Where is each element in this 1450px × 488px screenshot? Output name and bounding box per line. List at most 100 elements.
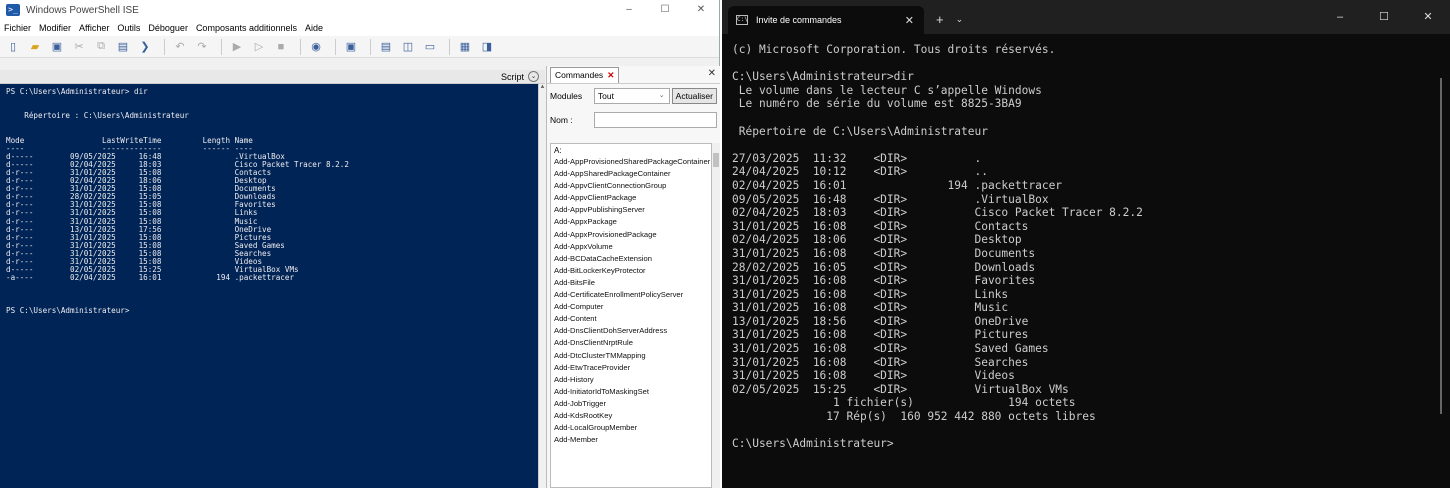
modules-select-value: Tout [597,91,614,101]
minimize-button[interactable]: – [1318,0,1362,34]
undo-icon[interactable]: ↶ [171,39,189,55]
commands-list-scrollbar[interactable] [712,143,720,488]
chevron-down-icon: ⌄ [658,92,665,99]
command-list-item[interactable]: Add-EtwTraceProvider [551,362,711,374]
menu-aide[interactable]: Aide [305,23,323,33]
toolbar-separator [300,38,301,55]
close-tab-icon[interactable]: ✕ [905,14,914,27]
command-list-item[interactable]: Add-AppxVolume [551,241,711,253]
close-tab-icon[interactable]: ✕ [607,70,614,81]
menu-deboguer[interactable]: Déboguer [148,23,188,33]
terminal-line: Répertoire de C:\Users\Administrateur [732,124,988,138]
redo-icon[interactable]: ↷ [193,39,211,55]
command-list-item[interactable]: Add-Content [551,313,711,325]
command-list-item[interactable]: Add-AppSharedPackageContainer [551,168,711,180]
command-list-item[interactable]: Add-AppxProvisionedPackage [551,229,711,241]
ise-menu-bar: Fichier Modifier Afficher Outils Débogue… [0,20,719,36]
command-list-item[interactable]: Add-InitiatorIdToMaskingSet [551,386,711,398]
remote-powershell-icon[interactable]: ◉ [307,39,325,55]
stop-icon[interactable]: ■ [272,39,290,55]
maximize-button[interactable]: ☐ [647,0,683,20]
command-list-item[interactable]: Add-AppProvisionedSharedPackageContainer [551,156,711,168]
command-list-item[interactable]: Add-Member [551,434,711,446]
tab-invite-de-commandes[interactable]: C:\ Invite de commandes ✕ [728,6,924,34]
menu-afficher[interactable]: Afficher [79,23,109,33]
script-pane-label[interactable]: Script [501,72,524,82]
chevron-down-icon[interactable]: ⌄ [528,71,539,82]
command-list-item[interactable]: Add-DnsClientNrptRule [551,337,711,349]
command-list-item[interactable]: Add-CertificateEnrollmentPolicyServer [551,289,711,301]
command-list-item[interactable]: Add-JobTrigger [551,398,711,410]
commands-list[interactable]: A: Add-AppProvisionedSharedPackageContai… [550,143,712,488]
terminal-output[interactable]: (c) Microsoft Corporation. Tous droits r… [732,43,1432,451]
ise-console-pane[interactable]: PS C:\Users\Administrateur> dir Répertoi… [0,84,538,488]
script-pane-bar: Script ⌄ [0,70,545,84]
terminal-line: 17 Rép(s) 160 952 442 880 octets libres [732,410,1096,424]
menu-modifier[interactable]: Modifier [39,23,71,33]
command-list-item[interactable]: Add-AppvClientPackage [551,192,711,204]
script-pane-maximized-icon[interactable]: ▭ [421,39,439,55]
command-list-item[interactable]: Add-DnsClientDohServerAddress [551,325,711,337]
console-scrollbar[interactable]: ▲ [538,84,546,488]
command-list-item[interactable]: Add-AppvClientConnectionGroup [551,180,711,192]
new-file-icon[interactable]: ▯ [4,39,22,55]
tab-commandes[interactable]: Commandes ✕ [550,66,620,83]
terminal-line: 31/01/2025 16:08 <DIR> Links [732,287,1009,301]
show-command-addon-icon[interactable]: ◨ [478,39,496,55]
close-button[interactable]: ✕ [683,0,719,20]
terminal-line: 31/01/2025 16:08 <DIR> Videos [732,369,1015,383]
scroll-up-icon[interactable]: ▲ [539,84,546,90]
command-list-item[interactable]: Add-BCDataCacheExtension [551,253,711,265]
start-powershell-icon[interactable]: ▣ [342,39,360,55]
terminal-line: 09/05/2025 16:48 <DIR> .VirtualBox [732,192,1049,206]
copy-icon[interactable]: ⧉ [92,39,110,55]
terminal-line: 13/01/2025 18:56 <DIR> OneDrive [732,314,1029,328]
run-script-icon[interactable]: ▶ [228,39,246,55]
command-list-item[interactable]: Add-Computer [551,301,711,313]
terminal-line: 27/03/2025 11:32 <DIR> . [732,151,982,165]
menu-fichier[interactable]: Fichier [4,23,31,33]
cmd-icon: C:\ [736,15,748,25]
command-list-item[interactable]: Add-History [551,374,711,386]
toolbar-separator [335,38,336,55]
open-folder-icon[interactable]: ▰ [26,39,44,55]
command-list-item[interactable]: Add-BitLockerKeyProtector [551,265,711,277]
run-selection-icon[interactable]: ▷ [250,39,268,55]
terminal-line: Le numéro de série du volume est 8825-3B… [732,97,1022,111]
command-list-item[interactable]: Add-AppxPackage [551,216,711,228]
close-button[interactable]: ✕ [1406,0,1450,34]
ise-title-bar: >_ Windows PowerShell ISE – ☐ ✕ [0,0,719,20]
cut-icon[interactable]: ✂ [70,39,88,55]
toolbar-separator [221,38,222,55]
show-command-window-icon[interactable]: ▦ [456,39,474,55]
minimize-button[interactable]: – [611,0,647,20]
ise-window-title: Windows PowerShell ISE [26,4,139,16]
scrollbar-thumb[interactable] [713,153,719,167]
maximize-button[interactable]: ☐ [1362,0,1406,34]
command-list-item[interactable]: Add-AppvPublishingServer [551,204,711,216]
refresh-button[interactable]: Actualiser [671,88,717,104]
command-list-item[interactable]: Add-BitsFile [551,277,711,289]
menu-outils[interactable]: Outils [117,23,140,33]
save-icon[interactable]: ▣ [48,39,66,55]
script-pane-top-icon[interactable]: ▤ [377,39,395,55]
name-search-input[interactable] [593,112,717,128]
powershell-icon: >_ [6,4,20,16]
menu-composants-additionnels[interactable]: Composants additionnels [196,23,297,33]
script-pane-right-icon[interactable]: ◫ [399,39,417,55]
terminal-line: 31/01/2025 16:08 <DIR> Music [732,301,1009,315]
paste-icon[interactable]: ▤ [114,39,132,55]
command-list-item[interactable]: Add-LocalGroupMember [551,422,711,434]
chevron-down-icon[interactable]: ⌄ [956,14,964,25]
command-list-item[interactable]: Add-DtcClusterTMMapping [551,350,711,362]
clear-console-icon[interactable]: ❯ [136,39,154,55]
terminal-scrollbar[interactable] [1440,78,1442,414]
terminal-line: 31/01/2025 16:08 <DIR> Documents [732,246,1036,260]
close-pane-icon[interactable]: ✕ [708,68,716,79]
command-list-item[interactable]: Add-KdsRootKey [551,410,711,422]
new-tab-button[interactable]: + [936,12,944,27]
modules-select[interactable]: Tout ⌄ [593,88,670,104]
commands-list-header: A: [554,146,562,155]
